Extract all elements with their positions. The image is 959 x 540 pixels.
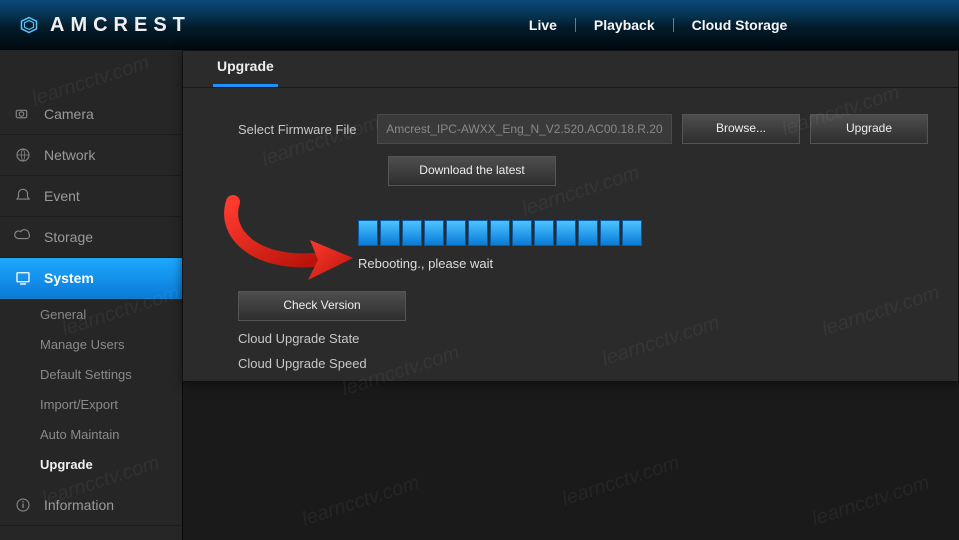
tab-strip: Upgrade (183, 51, 958, 88)
check-version-button[interactable]: Check Version (238, 291, 406, 321)
progress-segment (446, 220, 466, 246)
sidebar-item-storage[interactable]: Storage (0, 217, 182, 258)
event-icon (14, 187, 32, 205)
watermark: learncctv.com (299, 472, 422, 532)
system-icon (14, 269, 32, 287)
brand-text: AMCREST (50, 14, 191, 37)
logo-icon (20, 16, 38, 34)
information-icon (14, 496, 32, 514)
watermark: learncctv.com (809, 472, 932, 532)
sidebar-label: Camera (44, 106, 94, 122)
sidebar-sub-import-export[interactable]: Import/Export (0, 389, 182, 419)
progress-segment (380, 220, 400, 246)
nav-live[interactable]: Live (511, 17, 575, 33)
status-text: Rebooting., please wait (358, 256, 928, 271)
upgrade-button[interactable]: Upgrade (810, 114, 928, 144)
content: Select Firmware File Amcrest_IPC-AWXX_En… (183, 88, 958, 391)
sidebar-label: Event (44, 188, 80, 204)
sidebar-sub-default-settings[interactable]: Default Settings (0, 359, 182, 389)
sidebar: Camera Network Event Storage System Gene… (0, 50, 183, 540)
sidebar-item-system[interactable]: System (0, 258, 182, 299)
progress-segment (578, 220, 598, 246)
sidebar-sub-upgrade[interactable]: Upgrade (0, 449, 182, 479)
main-panel: Upgrade Select Firmware File Amcrest_IPC… (182, 50, 959, 382)
watermark: learncctv.com (559, 452, 682, 512)
top-nav: Live Playback Cloud Storage (511, 0, 805, 50)
cloud-upgrade-speed-label: Cloud Upgrade Speed (238, 356, 928, 371)
select-firmware-label: Select Firmware File (238, 122, 367, 137)
progress-segment (468, 220, 488, 246)
brand-logo: AMCREST (20, 14, 191, 37)
sidebar-sub-general[interactable]: General (0, 299, 182, 329)
progress-bar (358, 220, 928, 246)
progress-segment (358, 220, 378, 246)
sidebar-item-camera[interactable]: Camera (0, 94, 182, 135)
progress-segment (600, 220, 620, 246)
camera-icon (14, 105, 32, 123)
progress-segment (402, 220, 422, 246)
cloud-upgrade-state-label: Cloud Upgrade State (238, 331, 928, 346)
browse-button[interactable]: Browse... (682, 114, 800, 144)
sidebar-label: Information (44, 497, 114, 513)
nav-playback[interactable]: Playback (576, 17, 673, 33)
sidebar-label: Network (44, 147, 95, 163)
progress-segment (424, 220, 444, 246)
progress-segment (490, 220, 510, 246)
sidebar-label: System (44, 270, 94, 286)
top-bar: AMCREST Live Playback Cloud Storage (0, 0, 959, 50)
sidebar-sub-auto-maintain[interactable]: Auto Maintain (0, 419, 182, 449)
nav-cloud-storage[interactable]: Cloud Storage (674, 17, 806, 33)
progress-segment (556, 220, 576, 246)
sidebar-label: Storage (44, 229, 93, 245)
tab-upgrade[interactable]: Upgrade (213, 48, 278, 87)
sidebar-item-information[interactable]: Information (0, 485, 182, 526)
progress-segment (622, 220, 642, 246)
firmware-file-input[interactable]: Amcrest_IPC-AWXX_Eng_N_V2.520.AC00.18.R.… (377, 114, 672, 144)
sidebar-item-event[interactable]: Event (0, 176, 182, 217)
progress-segment (512, 220, 532, 246)
progress-segment (534, 220, 554, 246)
sidebar-sub-manage-users[interactable]: Manage Users (0, 329, 182, 359)
storage-icon (14, 228, 32, 246)
download-latest-button[interactable]: Download the latest (388, 156, 556, 186)
network-icon (14, 146, 32, 164)
sidebar-item-network[interactable]: Network (0, 135, 182, 176)
